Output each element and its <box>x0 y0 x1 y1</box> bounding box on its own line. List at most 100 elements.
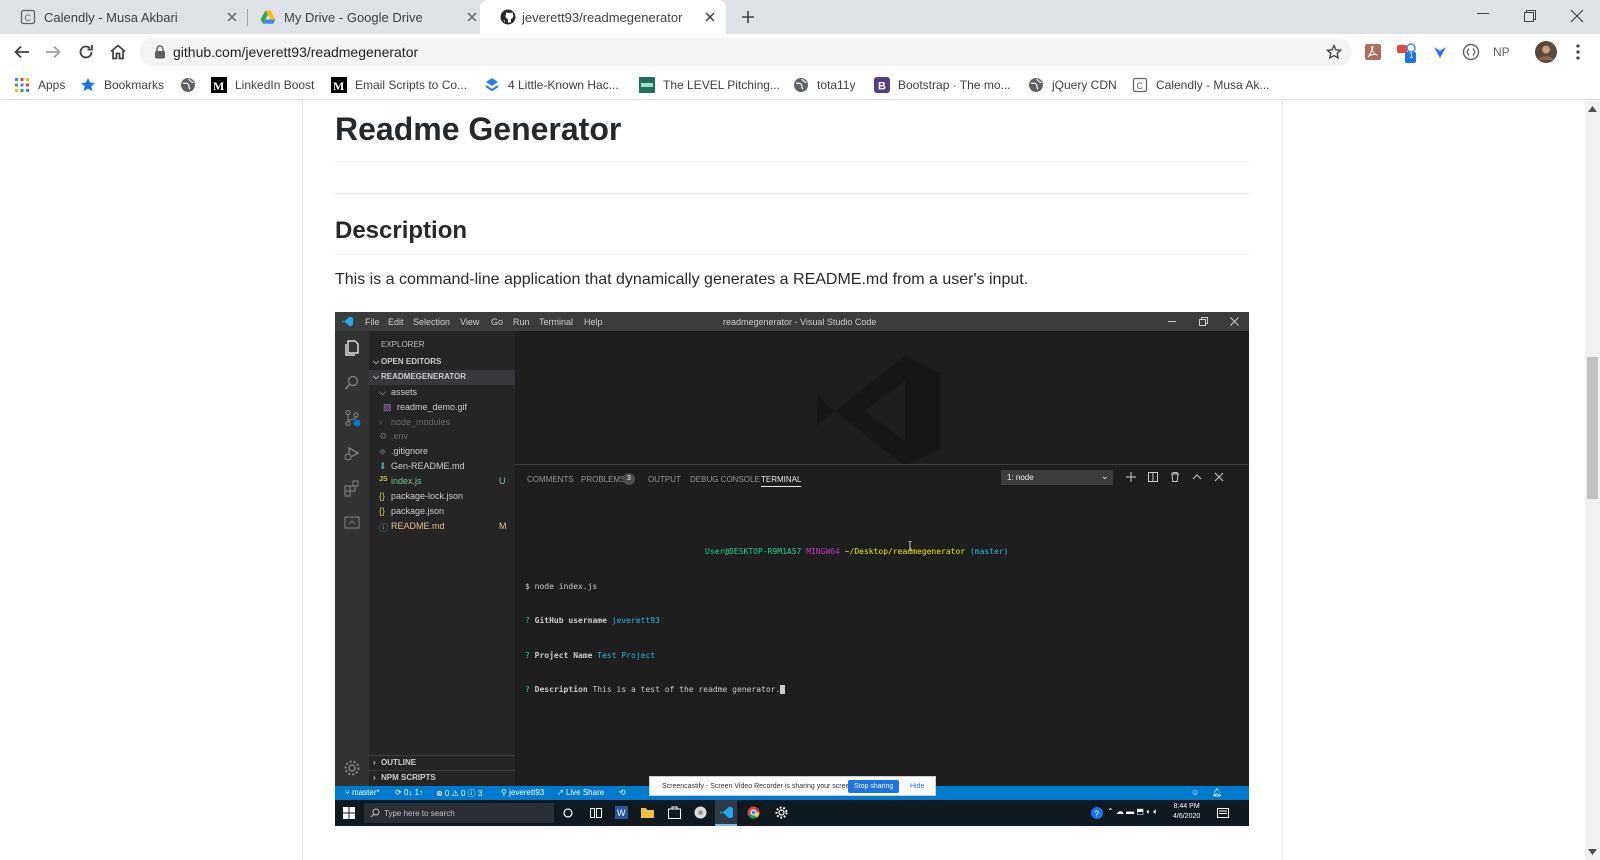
pdf-extension-icon[interactable] <box>1364 43 1382 61</box>
circle-brackets-extension-icon[interactable] <box>1462 43 1480 61</box>
chrome-app-icon[interactable] <box>747 806 760 819</box>
panel-tab-output[interactable]: OUTPUT <box>648 475 681 484</box>
profile-avatar[interactable] <box>1535 41 1557 63</box>
file-explorer-app-icon[interactable] <box>641 807 654 818</box>
close-tab-icon[interactable] <box>225 10 239 24</box>
file-index-js[interactable]: JS index.js U <box>369 474 515 489</box>
status-branch[interactable]: ⑂ master* <box>345 788 380 797</box>
project-folder-section[interactable]: ⌵ READMEGENERATOR <box>369 370 515 385</box>
reload-icon[interactable] <box>77 43 95 61</box>
status-sync[interactable]: ⟳ 0↓ 1↑ <box>395 788 423 797</box>
tab-github-readmegenerator[interactable]: jeverett93/readmegenerator <box>480 0 726 34</box>
file-readme-md[interactable]: ⓘ README.md M <box>369 519 515 534</box>
bookmark-little-known-hacks[interactable]: 4 Little-Known Hac... <box>484 76 619 94</box>
url-text[interactable]: github.com/jeverett93/readmegenerator <box>173 44 418 60</box>
bookmark-tota11y[interactable]: tota11y <box>793 76 855 94</box>
run-debug-icon[interactable] <box>343 444 361 462</box>
lock-icon[interactable] <box>154 45 166 59</box>
bookmark-apps[interactable]: Apps <box>14 76 65 94</box>
vscode-menu-selection[interactable]: Selection <box>413 317 450 327</box>
home-icon[interactable] <box>109 43 127 61</box>
extensions-icon[interactable] <box>343 479 361 497</box>
help-tray-icon[interactable]: ? <box>1091 807 1103 819</box>
bookmark-level-pitching[interactable]: The LEVEL Pitching... <box>639 76 780 94</box>
scroll-up-arrow-icon[interactable] <box>1588 106 1597 112</box>
vscode-menu-help[interactable]: Help <box>584 317 603 327</box>
bookmark-email-scripts[interactable]: M Email Scripts to Co... <box>331 76 467 94</box>
windows-start-icon[interactable] <box>343 807 355 819</box>
vscode-menu-file[interactable]: File <box>365 317 380 327</box>
status-problems[interactable]: ⊗ 0 ⚠ 0 ⓘ 3 <box>436 788 482 799</box>
npm-scripts-section[interactable]: › NPM SCRIPTS <box>369 770 515 785</box>
vscode-menu-view[interactable]: View <box>460 317 479 327</box>
panel-tab-terminal[interactable]: TERMINAL <box>761 475 802 487</box>
open-editors-section[interactable]: ⌵ OPEN EDITORS <box>369 355 515 370</box>
close-tab-icon[interactable] <box>465 10 479 24</box>
stop-sharing-button[interactable]: Stop sharing <box>848 780 900 793</box>
source-control-icon[interactable] <box>343 409 361 427</box>
browser-app-icon[interactable] <box>694 806 707 819</box>
np-extension-icon[interactable]: NP <box>1493 45 1510 59</box>
folder-node-modules[interactable]: › node_modules <box>369 415 515 430</box>
status-live-share[interactable]: ↗ Live Share <box>557 788 604 797</box>
file-gen-readme[interactable]: ⬇ Gen-README.md <box>369 459 515 474</box>
task-view-icon[interactable] <box>590 808 602 818</box>
bookmark-star-icon[interactable] <box>1326 44 1342 60</box>
action-center-icon[interactable] <box>1217 808 1229 818</box>
readme-demo-gif[interactable]: File Edit Selection View Go Run Terminal… <box>335 312 1249 826</box>
taskbar-search-box[interactable]: Type here to search <box>364 803 554 823</box>
bookmark-bookmarks[interactable]: Bookmarks <box>80 76 164 94</box>
vscode-minimize-icon[interactable] <box>1168 321 1176 323</box>
notifications-bell-icon[interactable]: 🔔︎ <box>1212 788 1222 797</box>
file-env[interactable]: ⚙ .env <box>369 429 515 444</box>
vscode-menu-go[interactable]: Go <box>491 317 503 327</box>
trash-icon[interactable] <box>1170 472 1180 482</box>
close-window-icon[interactable] <box>1570 9 1584 23</box>
panel-tab-problems[interactable]: PROBLEMS <box>581 475 625 484</box>
browser-menu-kebab-icon[interactable] <box>1575 43 1581 61</box>
word-app-icon[interactable]: W <box>615 806 628 819</box>
back-arrow-icon[interactable] <box>13 43 31 61</box>
panel-tab-debug-console[interactable]: DEBUG CONSOLE <box>690 475 760 484</box>
store-app-icon[interactable] <box>668 806 681 819</box>
hide-banner-button[interactable]: Hide <box>910 783 924 790</box>
new-tab-plus-icon[interactable] <box>740 9 756 25</box>
status-github-user[interactable]: ⚲ jeverett93 <box>501 788 544 797</box>
vscode-menu-terminal[interactable]: Terminal <box>539 317 573 327</box>
address-bar[interactable]: github.com/jeverett93/readmegenerator <box>140 38 1352 66</box>
split-terminal-icon[interactable] <box>1148 472 1158 482</box>
terminal-output[interactable]: User@DESKTOP-R9M1A57 MINGW64 ~/Desktop/r… <box>525 523 1008 719</box>
bookmark-bootstrap[interactable]: B Bootstrap · The mo... <box>874 76 1011 94</box>
maximize-panel-chevron-up-icon[interactable] <box>1192 472 1202 482</box>
vscode-restore-icon[interactable] <box>1199 317 1208 326</box>
file-readme-demo-gif[interactable]: ▨ readme_demo.gif <box>369 400 515 415</box>
settings-gear-icon[interactable] <box>343 759 361 777</box>
taskbar-clock[interactable]: 8:44 PM 4/6/2020 <box>1173 802 1200 822</box>
terminal-instance-select[interactable]: 1: node ⌄ <box>1001 470 1113 485</box>
tab-calendly[interactable]: C Calendly - Musa Akbari <box>0 0 246 34</box>
vscode-menu-run[interactable]: Run <box>513 317 530 327</box>
minimize-window-icon[interactable] <box>1477 13 1489 15</box>
bookmark-linkedin-boost[interactable]: M LinkedIn Boost <box>211 76 314 94</box>
extension-notification-icon[interactable]: 1 <box>1396 43 1418 65</box>
grammar-extension-icon[interactable] <box>1431 43 1449 61</box>
explorer-files-icon[interactable] <box>343 339 361 357</box>
feedback-icon[interactable]: ☺ <box>1191 788 1199 797</box>
scrollbar-thumb[interactable] <box>1587 357 1598 499</box>
vscode-close-icon[interactable] <box>1230 317 1239 326</box>
restore-window-icon[interactable] <box>1524 10 1536 22</box>
bookmark-jquery-cdn[interactable]: jQuery CDN <box>1028 76 1117 94</box>
panel-tab-comments[interactable]: COMMENTS <box>527 475 574 484</box>
system-tray-icons[interactable]: ⌃ ☁ ▬ ⬒ ◐ 🔈︎ <box>1107 807 1158 817</box>
search-icon[interactable] <box>343 374 361 392</box>
remote-explorer-icon[interactable] <box>343 514 361 532</box>
close-panel-icon[interactable] <box>1214 472 1224 482</box>
cortana-icon[interactable] <box>563 808 573 818</box>
file-package-json[interactable]: {} package.json <box>369 504 515 519</box>
new-terminal-plus-icon[interactable] <box>1126 472 1136 482</box>
outline-section[interactable]: › OUTLINE <box>369 755 515 770</box>
history-icon[interactable]: ⟲ <box>619 788 626 797</box>
file-gitignore[interactable]: ◆ .gitignore <box>369 444 515 459</box>
settings-app-icon[interactable] <box>775 806 788 819</box>
bookmark-globe[interactable] <box>180 76 204 94</box>
